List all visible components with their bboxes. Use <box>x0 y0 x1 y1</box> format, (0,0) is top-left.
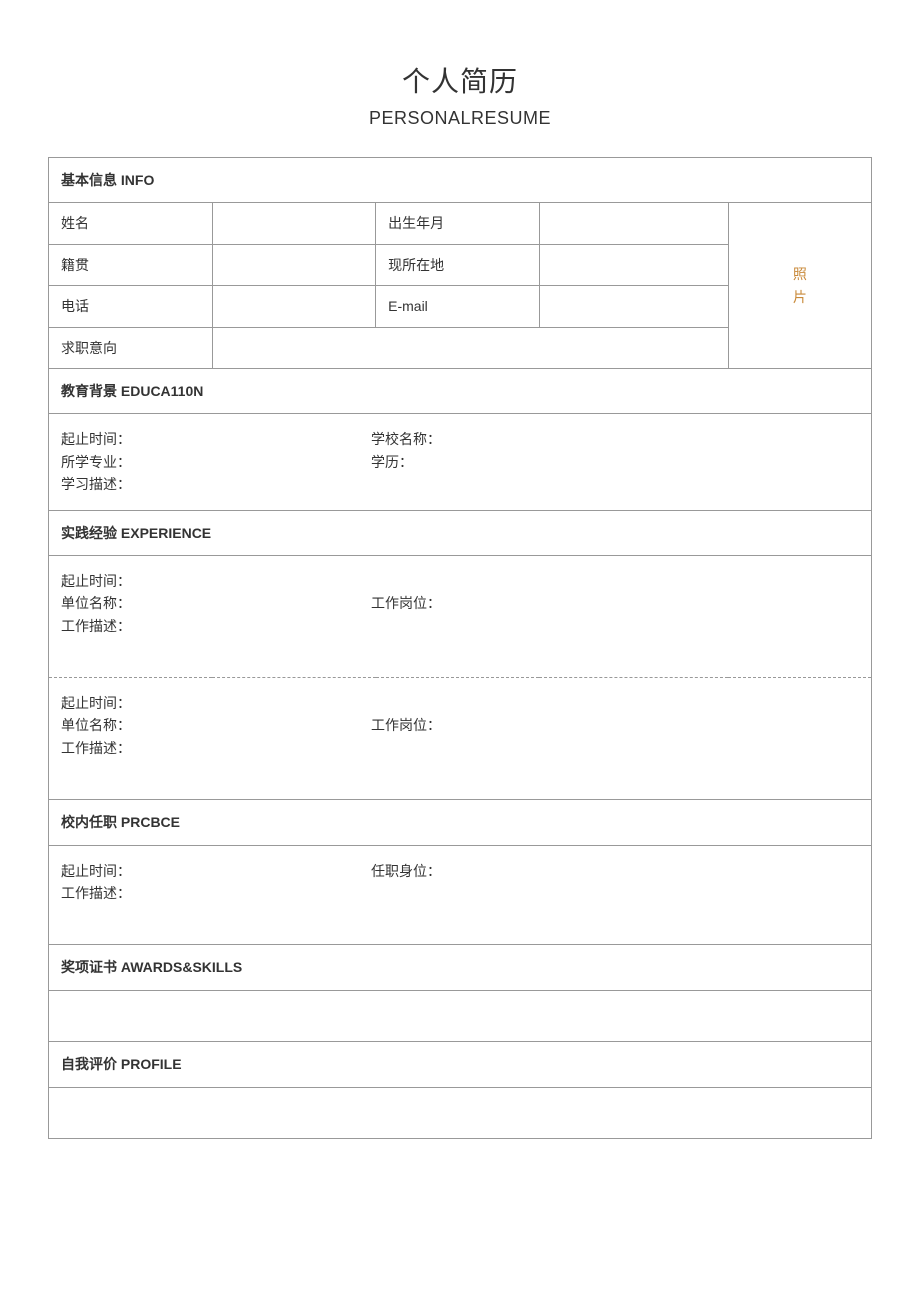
section-header-info: 基本信息 INFO <box>49 158 872 203</box>
photo-char-2: 片 <box>741 286 859 308</box>
profile-body <box>49 1087 872 1138</box>
awards-body <box>49 990 872 1041</box>
photo-char-1: 照 <box>741 263 859 285</box>
label-birth: 出生年月 <box>376 203 540 244</box>
exp1-desc-label: 工作描述： <box>61 618 131 634</box>
exp1-company-label: 单位名称： <box>61 592 371 614</box>
value-name <box>212 203 376 244</box>
value-phone <box>212 286 376 327</box>
label-email: E-mail <box>376 286 540 327</box>
label-phone: 电话 <box>49 286 213 327</box>
resume-table: 基本信息 INFO 姓名 出生年月 照 片 籍贯 现所在地 电话 E-mail … <box>48 157 872 1139</box>
page-title: 个人简历 <box>48 60 872 100</box>
exp1-position-label: 工作岗位： <box>371 592 859 614</box>
photo-placeholder: 照 片 <box>728 203 871 369</box>
campus-body: 起止时间： 任职身位： 工作描述： <box>49 845 872 945</box>
label-origin: 籍贯 <box>49 244 213 285</box>
section-header-awards: 奖项证书 AWARDS&SKILLS <box>49 945 872 990</box>
section-header-education: 教育背景 EDUCA110N <box>49 368 872 413</box>
campus-desc-label: 工作描述： <box>61 885 131 901</box>
education-body: 起止时间： 学校名称： 所学专业： 学历： 学习描述： <box>49 414 872 510</box>
exp1-period-label: 起止时间： <box>61 573 131 589</box>
exp2-desc-label: 工作描述： <box>61 740 131 756</box>
section-header-profile: 自我评价 PROFILE <box>49 1042 872 1087</box>
section-header-experience: 实践经验 EXPERIENCE <box>49 510 872 555</box>
exp2-period-label: 起止时间： <box>61 695 131 711</box>
value-location <box>539 244 728 285</box>
value-origin <box>212 244 376 285</box>
value-intent <box>212 327 728 368</box>
section-header-campus: 校内任职 PRCBCE <box>49 800 872 845</box>
exp2-company-label: 单位名称： <box>61 714 371 736</box>
label-location: 现所在地 <box>376 244 540 285</box>
exp2-position-label: 工作岗位： <box>371 714 859 736</box>
value-email <box>539 286 728 327</box>
campus-period-label: 起止时间： <box>61 860 371 882</box>
value-birth <box>539 203 728 244</box>
edu-school-label: 学校名称： <box>371 428 859 450</box>
label-intent: 求职意向 <box>49 327 213 368</box>
label-name: 姓名 <box>49 203 213 244</box>
edu-period-label: 起止时间： <box>61 428 371 450</box>
experience-block-2: 起止时间： 单位名称： 工作岗位： 工作描述： <box>49 678 872 800</box>
edu-degree-label: 学历： <box>371 451 859 473</box>
page-subtitle: PERSONALRESUME <box>48 108 872 129</box>
edu-major-label: 所学专业： <box>61 451 371 473</box>
edu-desc-label: 学习描述： <box>61 476 131 492</box>
experience-block-1: 起止时间： 单位名称： 工作岗位： 工作描述： <box>49 555 872 677</box>
campus-role-label: 任职身位： <box>371 860 859 882</box>
